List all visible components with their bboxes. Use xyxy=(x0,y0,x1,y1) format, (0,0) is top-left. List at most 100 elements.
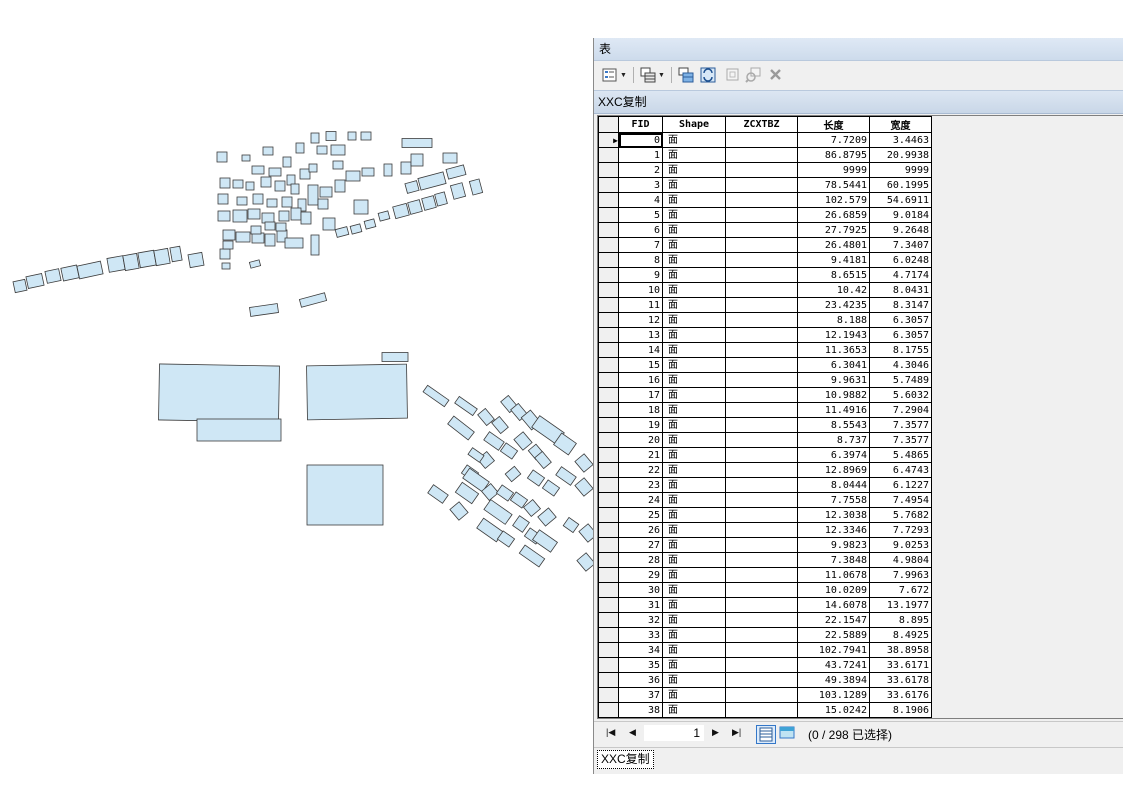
cell-shape[interactable]: 面 xyxy=(662,417,726,433)
map-polygon[interactable] xyxy=(153,247,171,267)
cell-shape[interactable]: 面 xyxy=(662,372,726,388)
cell-fid[interactable]: 6 xyxy=(618,222,663,238)
cell-fid[interactable]: 25 xyxy=(618,507,663,523)
cell-length[interactable]: 12.3346 xyxy=(797,522,870,538)
cell-zcxtbz[interactable] xyxy=(725,402,798,418)
last-record-button[interactable]: ▶| xyxy=(732,727,741,738)
map-polygon[interactable] xyxy=(407,199,423,215)
cell-shape[interactable]: 面 xyxy=(662,582,726,598)
table-row[interactable]: 29 面 11.0678 7.9963 xyxy=(598,567,932,583)
cell-shape[interactable]: 面 xyxy=(662,327,726,343)
cell-length[interactable]: 26.4801 xyxy=(797,237,870,253)
map-polygon[interactable] xyxy=(221,262,231,270)
cell-zcxtbz[interactable] xyxy=(725,207,798,223)
cell-shape[interactable]: 面 xyxy=(662,687,726,703)
cell-width[interactable]: 33.6176 xyxy=(869,687,932,703)
column-header-fid[interactable]: FID xyxy=(618,116,663,133)
column-header-shape[interactable]: Shape xyxy=(662,116,726,133)
cell-zcxtbz[interactable] xyxy=(725,237,798,253)
map-polygon[interactable] xyxy=(512,515,530,533)
map-polygon[interactable] xyxy=(421,195,437,211)
map-polygon[interactable] xyxy=(518,544,546,568)
table-row[interactable]: 15 面 6.3041 4.3046 xyxy=(598,357,932,373)
table-row[interactable]: 36 面 49.3894 33.6178 xyxy=(598,672,932,688)
map-polygon[interactable] xyxy=(483,499,513,525)
cell-zcxtbz[interactable] xyxy=(725,477,798,493)
table-row[interactable]: 22 面 12.8969 6.4743 xyxy=(598,462,932,478)
map-polygon[interactable] xyxy=(306,464,384,526)
table-row[interactable]: 12 面 8.188 6.3057 xyxy=(598,312,932,328)
select-by-attributes-button[interactable] xyxy=(678,66,694,84)
cell-width[interactable]: 7.7293 xyxy=(869,522,932,538)
cell-zcxtbz[interactable] xyxy=(725,672,798,688)
previous-record-button[interactable]: ◀ xyxy=(629,727,636,738)
table-row[interactable]: ▶ 0 面 7.7209 3.4463 xyxy=(598,132,932,148)
map-polygon[interactable] xyxy=(308,163,318,173)
cell-fid[interactable]: 1 xyxy=(618,147,663,163)
cell-fid[interactable]: 16 xyxy=(618,372,663,388)
table-row[interactable]: 17 面 10.9882 5.6032 xyxy=(598,387,932,403)
row-selector[interactable] xyxy=(598,642,619,658)
cell-length[interactable]: 23.4235 xyxy=(797,297,870,313)
map-polygon[interactable] xyxy=(317,198,329,210)
row-selector[interactable] xyxy=(598,447,619,463)
table-row[interactable]: 14 面 11.3653 8.1755 xyxy=(598,342,932,358)
map-polygon[interactable] xyxy=(248,259,262,269)
cell-shape[interactable]: 面 xyxy=(662,612,726,628)
cell-zcxtbz[interactable] xyxy=(725,147,798,163)
row-selector[interactable] xyxy=(598,327,619,343)
cell-zcxtbz[interactable] xyxy=(725,372,798,388)
cell-zcxtbz[interactable] xyxy=(725,702,798,718)
map-polygon[interactable] xyxy=(250,225,262,235)
cell-shape[interactable]: 面 xyxy=(662,552,726,568)
map-polygon[interactable] xyxy=(447,415,475,441)
cell-fid[interactable]: 23 xyxy=(618,477,663,493)
cell-zcxtbz[interactable] xyxy=(725,657,798,673)
cell-fid[interactable]: 27 xyxy=(618,537,663,553)
map-polygon[interactable] xyxy=(363,218,377,230)
table-row[interactable]: 10 面 10.42 8.0431 xyxy=(598,282,932,298)
map-polygon[interactable] xyxy=(541,479,561,497)
cell-width[interactable]: 6.1227 xyxy=(869,477,932,493)
row-selector[interactable] xyxy=(598,207,619,223)
cell-width[interactable]: 5.6032 xyxy=(869,387,932,403)
map-polygon[interactable] xyxy=(574,453,593,473)
cell-fid[interactable]: 35 xyxy=(618,657,663,673)
cell-length[interactable]: 8.6515 xyxy=(797,267,870,283)
cell-fid[interactable]: 15 xyxy=(618,357,663,373)
cell-fid[interactable]: 13 xyxy=(618,327,663,343)
cell-width[interactable]: 6.4743 xyxy=(869,462,932,478)
map-polygon[interactable] xyxy=(284,237,304,249)
cell-shape[interactable]: 面 xyxy=(662,627,726,643)
map-polygon[interactable] xyxy=(106,255,126,273)
cell-zcxtbz[interactable] xyxy=(725,492,798,508)
map-polygon[interactable] xyxy=(245,181,255,191)
cell-zcxtbz[interactable] xyxy=(725,567,798,583)
table-row[interactable]: 21 面 6.3974 5.4865 xyxy=(598,447,932,463)
table-row[interactable]: 33 面 22.5889 8.4925 xyxy=(598,627,932,643)
cell-width[interactable]: 33.6178 xyxy=(869,672,932,688)
cell-zcxtbz[interactable] xyxy=(725,597,798,613)
table-tab[interactable]: XXC复制 xyxy=(597,750,654,769)
map-polygon[interactable] xyxy=(526,469,546,487)
map-polygon[interactable] xyxy=(252,193,264,205)
map-polygon[interactable] xyxy=(316,145,328,155)
cell-width[interactable]: 8.4925 xyxy=(869,627,932,643)
cell-width[interactable]: 7.2904 xyxy=(869,402,932,418)
cell-zcxtbz[interactable] xyxy=(725,132,798,148)
cell-width[interactable]: 13.1977 xyxy=(869,597,932,613)
cell-shape[interactable]: 面 xyxy=(662,132,726,148)
cell-length[interactable]: 6.3974 xyxy=(797,447,870,463)
map-polygon[interactable] xyxy=(383,163,393,177)
cell-width[interactable]: 7.3407 xyxy=(869,237,932,253)
map-polygon[interactable] xyxy=(332,160,344,170)
row-selector[interactable] xyxy=(598,387,619,403)
cell-length[interactable]: 12.1943 xyxy=(797,327,870,343)
table-row[interactable]: 27 面 9.9823 9.0253 xyxy=(598,537,932,553)
row-selector[interactable] xyxy=(598,342,619,358)
row-selector[interactable] xyxy=(598,552,619,568)
map-polygon[interactable] xyxy=(334,179,346,193)
cell-width[interactable]: 9.0253 xyxy=(869,537,932,553)
cell-length[interactable]: 9.9631 xyxy=(797,372,870,388)
map-polygon[interactable] xyxy=(445,164,467,180)
